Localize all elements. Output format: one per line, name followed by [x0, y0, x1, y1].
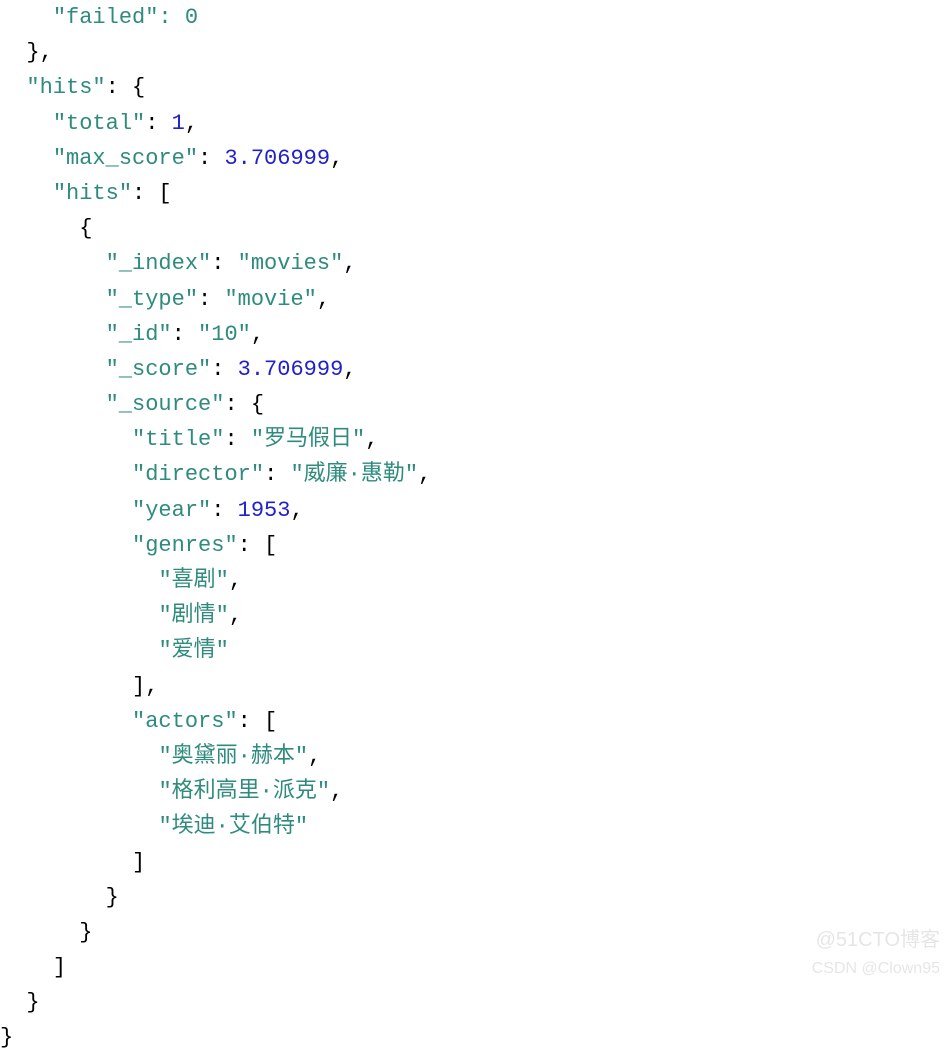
json-string: "奥黛丽·赫本"	[158, 744, 308, 769]
json-number: 1	[172, 111, 185, 136]
bracket-close: ]	[53, 955, 66, 980]
json-key: "total"	[53, 111, 145, 136]
bracket-close: ],	[132, 674, 158, 699]
brace-open: {	[79, 216, 92, 241]
json-key: "hits"	[26, 75, 105, 100]
json-string: "10"	[198, 322, 251, 347]
json-number: 3.706999	[224, 146, 330, 171]
json-key: "director"	[132, 462, 264, 487]
json-key: "hits"	[53, 181, 132, 206]
bracket-close: ]	[132, 850, 145, 875]
json-number: 3.706999	[238, 357, 344, 382]
json-string: "罗马假日"	[251, 427, 365, 452]
json-key: "max_score"	[53, 146, 198, 171]
json-string: "喜剧"	[158, 568, 228, 593]
json-key: "_type"	[106, 287, 198, 312]
json-key: "genres"	[132, 533, 238, 558]
brace-close: }	[0, 1025, 13, 1050]
json-key: "year"	[132, 498, 211, 523]
json-key: "_index"	[106, 251, 212, 276]
json-key: "failed": 0	[53, 5, 198, 30]
json-key: "title"	[132, 427, 224, 452]
json-number: 1953	[238, 498, 291, 523]
json-string: "movie"	[224, 287, 316, 312]
json-string: "威廉·惠勒"	[290, 462, 418, 487]
json-string: "爱情"	[158, 638, 228, 663]
brace-close: }	[79, 920, 92, 945]
json-string: "movies"	[238, 251, 344, 276]
json-key: "_id"	[106, 322, 172, 347]
brace-close: }	[106, 885, 119, 910]
brace-close: },	[26, 40, 52, 65]
json-key: "_source"	[106, 392, 225, 417]
brace-close: }	[26, 990, 39, 1015]
json-key: "actors"	[132, 709, 238, 734]
json-code-block: "failed": 0 }, "hits": { "total": 1, "ma…	[0, 0, 950, 1056]
json-string: "剧情"	[158, 603, 228, 628]
json-string: "埃迪·艾伯特"	[158, 814, 308, 839]
json-key: "_score"	[106, 357, 212, 382]
json-string: "格利高里·派克"	[158, 779, 330, 804]
